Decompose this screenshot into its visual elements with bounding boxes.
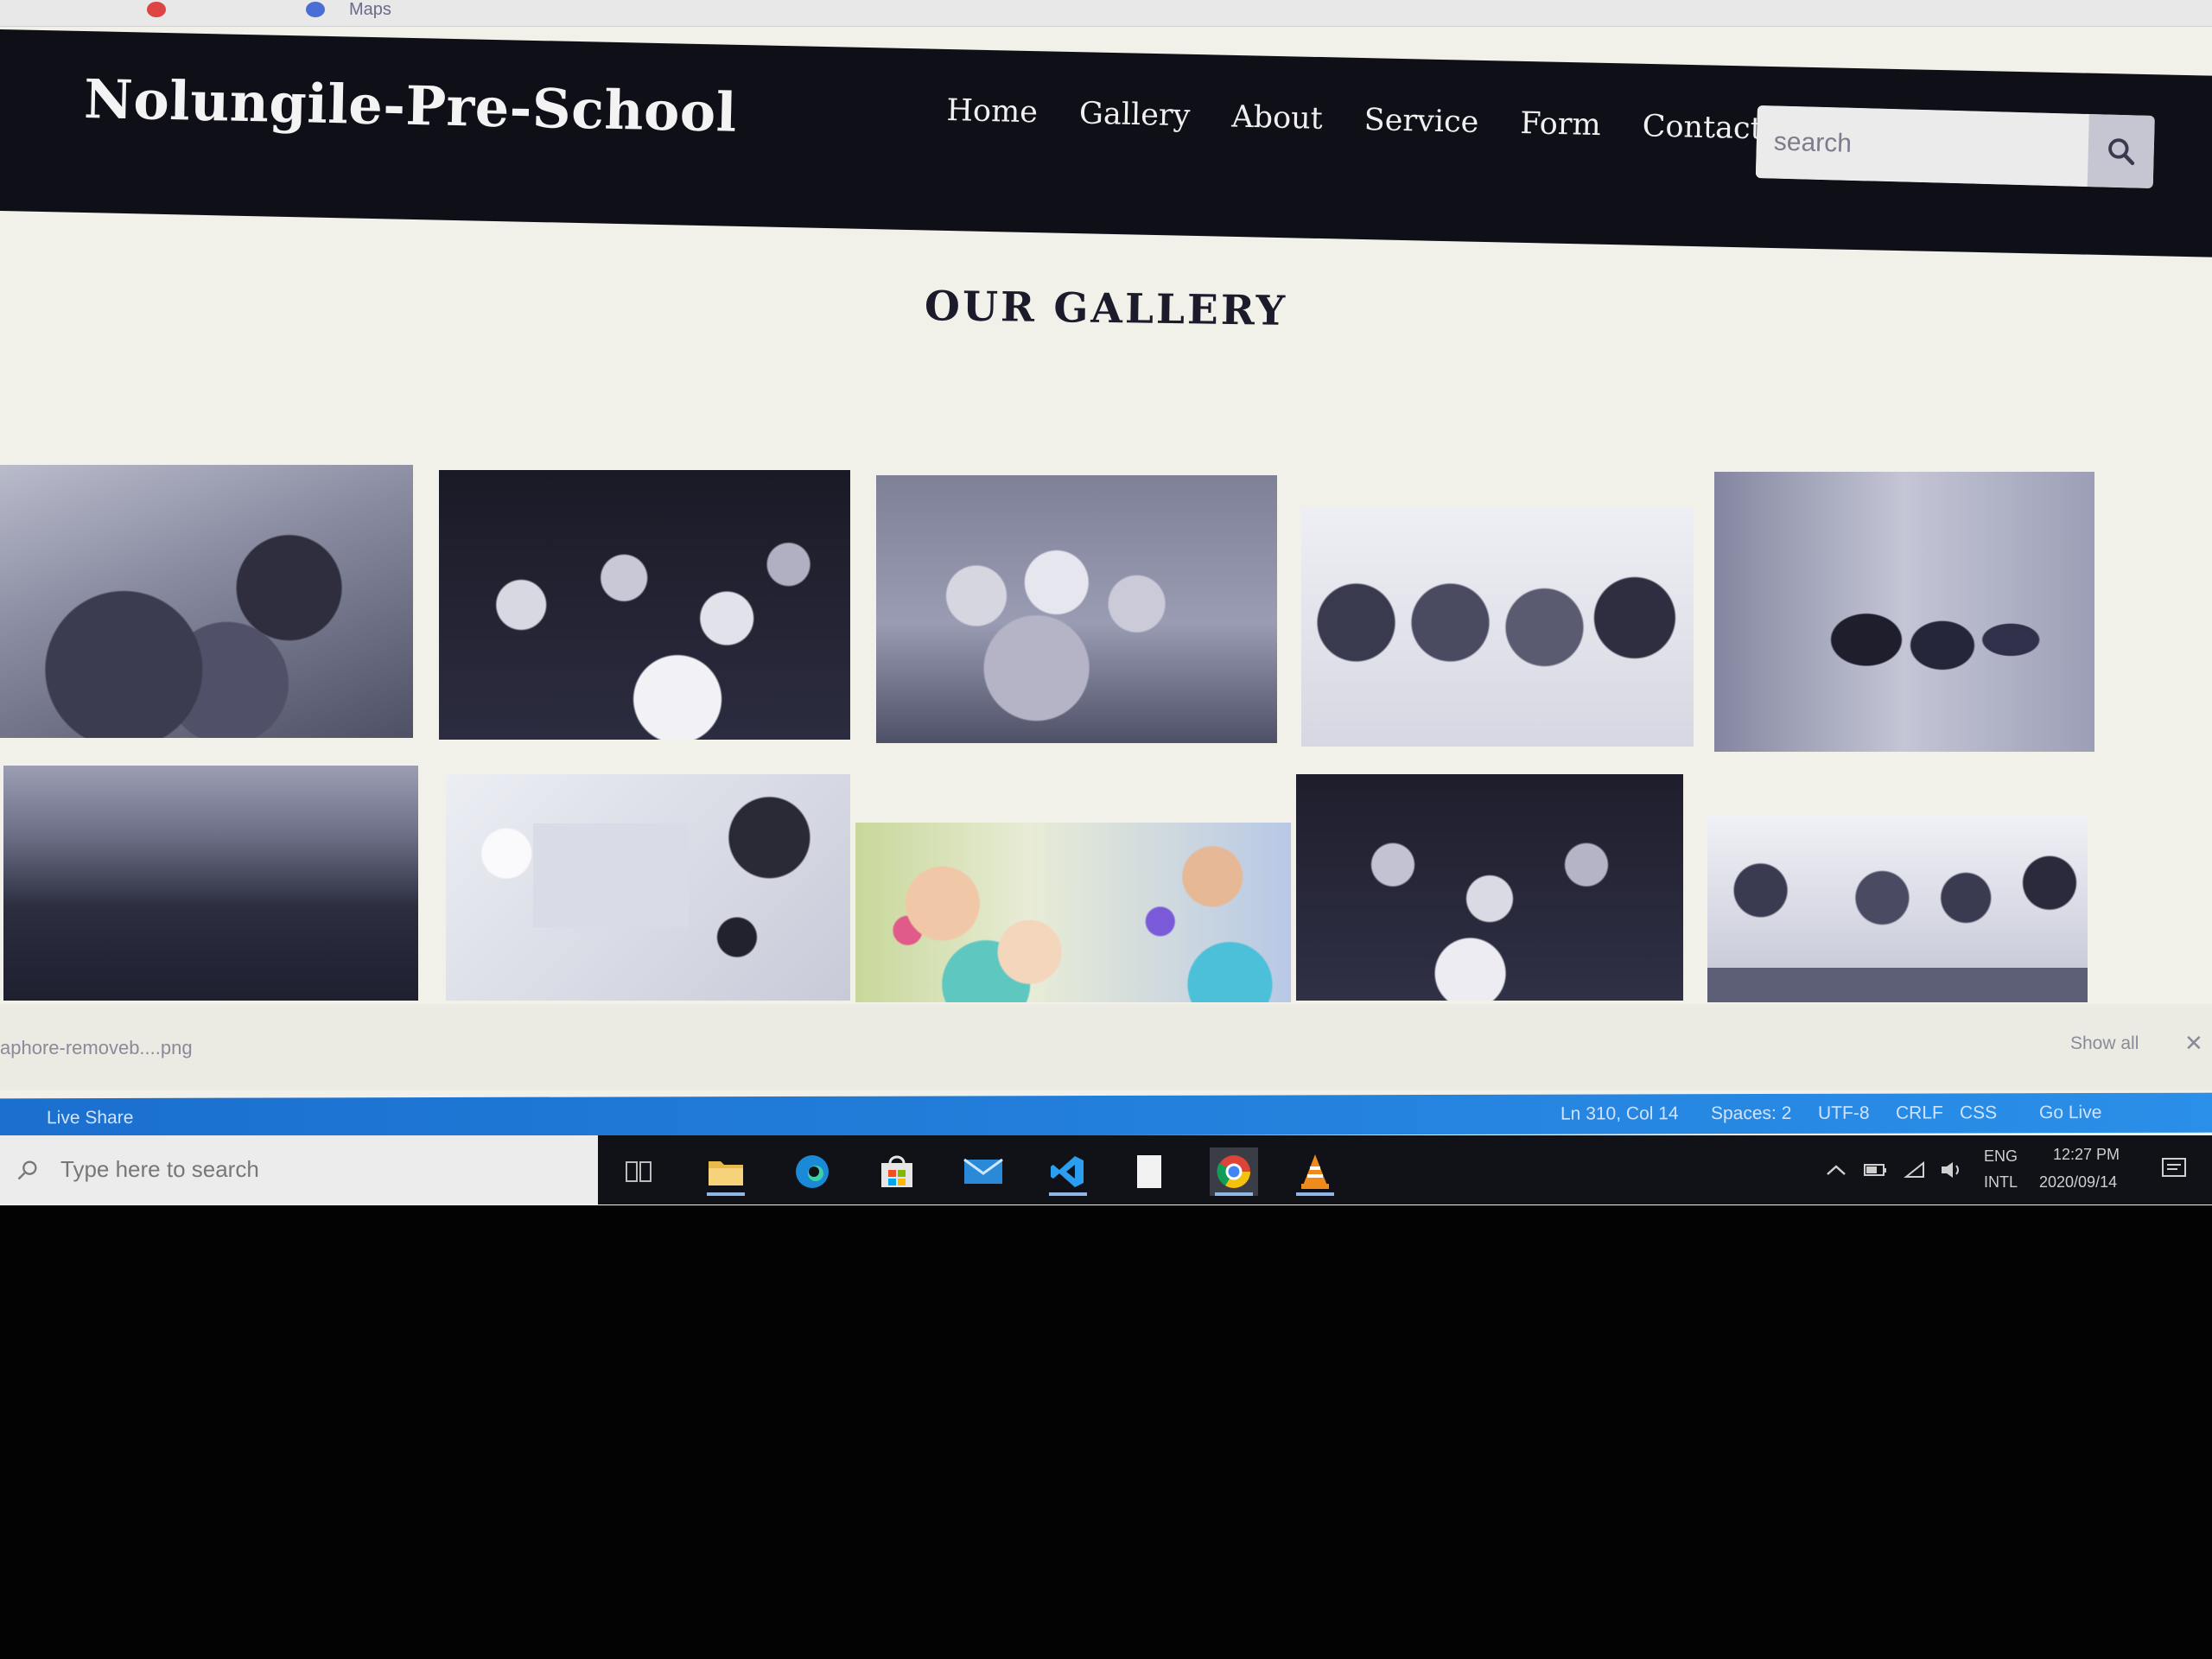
indentation-setting[interactable]: Spaces: 2	[1711, 1103, 1791, 1124]
download-file-item[interactable]: aphore-removeb....png	[0, 1037, 193, 1059]
vlc-icon[interactable]	[1291, 1147, 1339, 1196]
language-layout[interactable]: INTL	[1984, 1173, 2018, 1192]
notepad-icon[interactable]	[1125, 1147, 1173, 1196]
battery-icon[interactable]	[1863, 1161, 1889, 1179]
active-app-indicator	[1296, 1192, 1334, 1196]
cursor-position[interactable]: Ln 310, Col 14	[1560, 1103, 1679, 1124]
gallery-photo-9[interactable]	[1296, 774, 1683, 1001]
file-explorer-icon[interactable]	[702, 1147, 750, 1196]
gallery-photo-7[interactable]	[446, 774, 850, 1001]
maps-icon[interactable]	[306, 2, 325, 17]
task-view-icon[interactable]	[615, 1147, 664, 1196]
store-icon[interactable]	[873, 1147, 921, 1196]
nav-home[interactable]: Home	[946, 93, 1038, 130]
edge-icon[interactable]	[788, 1147, 836, 1196]
encoding-setting[interactable]: UTF-8	[1818, 1103, 1870, 1124]
chevron-up-icon[interactable]	[1825, 1163, 1847, 1177]
active-app-indicator	[1215, 1192, 1253, 1196]
magnifier-icon	[2108, 138, 2135, 166]
active-app-indicator	[1049, 1192, 1087, 1196]
clock-date[interactable]: 2020/09/14	[2039, 1173, 2117, 1192]
gallery-photo-1[interactable]	[0, 465, 413, 738]
gallery-photo-4[interactable]	[1301, 508, 1694, 747]
language-mode[interactable]: CSS	[1960, 1103, 1997, 1123]
active-app-indicator	[707, 1192, 745, 1196]
nav-form[interactable]: Form	[1520, 106, 1601, 143]
clock-time[interactable]: 12:27 PM	[2053, 1146, 2120, 1164]
gallery-photo-10[interactable]	[1707, 816, 2088, 1002]
taskbar-search-placeholder: Type here to search	[60, 1156, 259, 1182]
nav-service[interactable]: Service	[1363, 103, 1479, 140]
nav-gallery[interactable]: Gallery	[1079, 96, 1191, 133]
notification-icon[interactable]	[2160, 1156, 2188, 1182]
gallery-photo-6[interactable]	[3, 766, 418, 1001]
editor-status-bar: Live Share Ln 310, Col 14 Spaces: 2 UTF-…	[0, 1092, 2212, 1139]
line-ending-setting[interactable]: CRLF	[1896, 1103, 1943, 1123]
bookmark-icon[interactable]	[147, 2, 166, 17]
gallery-photo-5[interactable]	[1714, 472, 2094, 752]
gallery-title: OUR GALLERY	[924, 283, 1288, 335]
search-input[interactable]	[1755, 105, 2089, 188]
bookmark-maps[interactable]: Maps	[349, 0, 391, 20]
search-button[interactable]	[2087, 114, 2155, 189]
search-icon	[17, 1160, 37, 1180]
nav-about[interactable]: About	[1231, 99, 1323, 136]
chrome-icon[interactable]	[1210, 1147, 1258, 1196]
windows-taskbar: Type here to search ENG INTL 12:27 PM 20…	[0, 1135, 2212, 1205]
monitor-screen: Maps Nolungile-Pre-School Home Gallery A…	[0, 0, 2212, 1205]
show-all-downloads-button[interactable]: Show all	[2070, 1033, 2139, 1054]
site-search	[1755, 105, 2155, 189]
gallery-photo-8[interactable]	[855, 823, 1291, 1002]
live-share-button[interactable]: Live Share	[47, 1108, 133, 1128]
download-bar: aphore-removeb....png Show all ✕	[0, 1004, 2212, 1090]
volume-icon[interactable]	[1939, 1160, 1965, 1180]
language-indicator[interactable]: ENG	[1984, 1147, 2018, 1166]
gallery-photo-2[interactable]	[439, 470, 850, 740]
vscode-icon[interactable]	[1044, 1147, 1092, 1196]
nav-contact[interactable]: Contact	[1642, 109, 1763, 146]
wifi-icon[interactable]	[1903, 1160, 1927, 1180]
mail-icon[interactable]	[959, 1147, 1007, 1196]
gallery-photo-3[interactable]	[876, 475, 1277, 743]
go-live-button[interactable]: Go Live	[2039, 1103, 2101, 1123]
browser-bookmarks-bar: Maps	[0, 0, 2212, 27]
taskbar-search[interactable]: Type here to search	[0, 1135, 598, 1205]
close-download-bar-button[interactable]: ✕	[2184, 1030, 2203, 1057]
